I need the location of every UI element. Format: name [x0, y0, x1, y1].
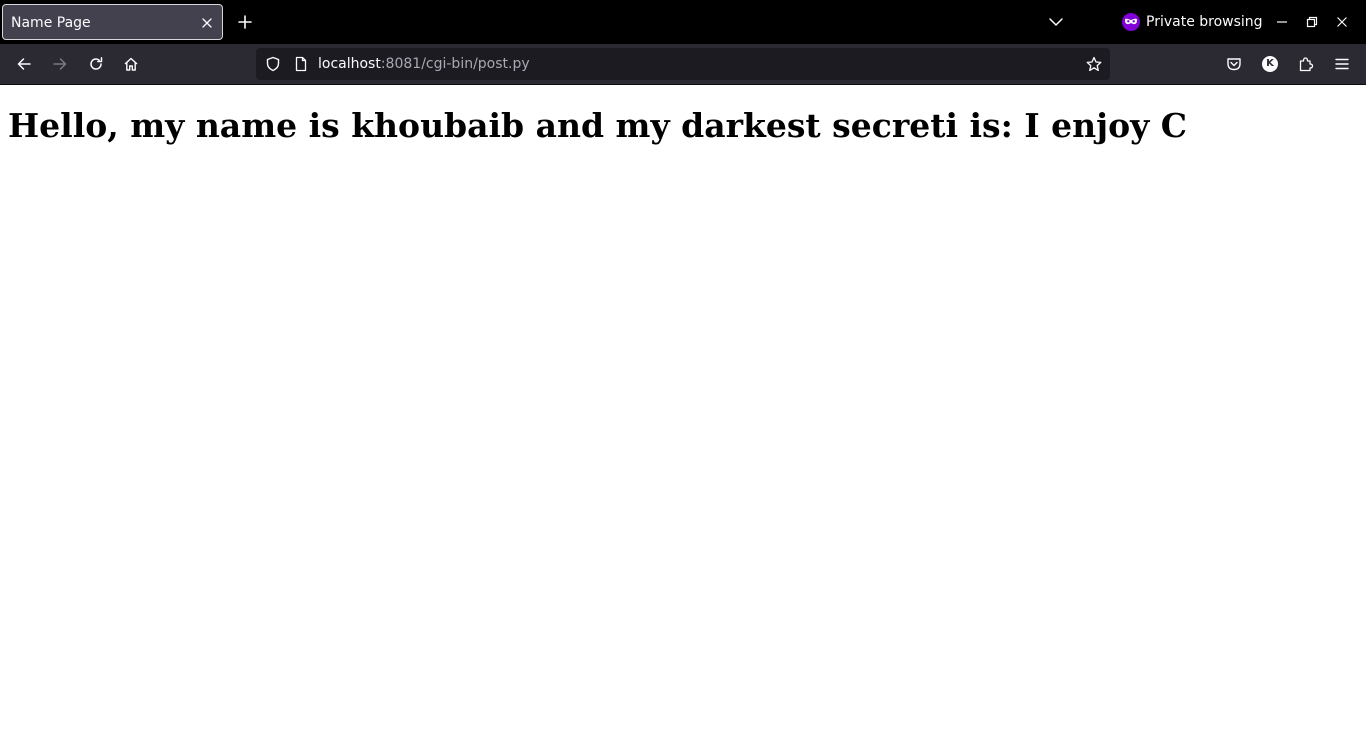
- bookmark-button[interactable]: [1084, 54, 1104, 74]
- tab-strip: Name Page Private browsing: [0, 0, 1366, 44]
- minimize-button[interactable]: [1272, 12, 1292, 32]
- url-bar[interactable]: localhost:8081/cgi-bin/post.py: [256, 48, 1110, 80]
- url-text[interactable]: localhost:8081/cgi-bin/post.py: [318, 55, 530, 73]
- star-icon: [1086, 56, 1102, 72]
- reload-icon: [90, 57, 103, 70]
- hamburger-icon: [1335, 58, 1349, 70]
- pocket-button[interactable]: [1222, 52, 1246, 76]
- close-icon: [202, 18, 212, 28]
- new-tab-button[interactable]: [233, 10, 257, 34]
- extensions-button[interactable]: [1294, 52, 1318, 76]
- minimize-icon: [1277, 21, 1287, 23]
- puzzle-icon: [1299, 57, 1314, 72]
- page-icon: [295, 56, 307, 72]
- restore-button[interactable]: [1302, 12, 1322, 32]
- url-host: localhost: [318, 56, 381, 72]
- tab-name-page[interactable]: Name Page: [2, 4, 223, 40]
- site-info-button[interactable]: [292, 55, 310, 73]
- arrow-right-icon: [53, 58, 67, 70]
- private-browsing-indicator: Private browsing: [1122, 12, 1263, 32]
- close-icon: [1337, 17, 1347, 27]
- page-content: Hello, my name is khoubaib and my darkes…: [0, 85, 1366, 739]
- pocket-icon: [1227, 58, 1241, 71]
- reload-button[interactable]: [84, 52, 108, 76]
- chevron-down-icon: [1049, 18, 1063, 26]
- close-window-button[interactable]: [1332, 12, 1352, 32]
- arrow-left-icon: [17, 58, 31, 70]
- account-button[interactable]: K: [1258, 52, 1282, 76]
- app-menu-button[interactable]: [1330, 52, 1354, 76]
- private-mask-icon: [1122, 13, 1140, 31]
- home-button[interactable]: [119, 52, 143, 76]
- tab-title: Name Page: [11, 15, 91, 31]
- url-path: :8081/cgi-bin/post.py: [380, 56, 530, 72]
- list-all-tabs-button[interactable]: [1046, 12, 1066, 32]
- avatar: K: [1262, 56, 1278, 72]
- forward-button[interactable]: [48, 52, 72, 76]
- plus-icon: [238, 15, 252, 29]
- navigation-toolbar: localhost:8081/cgi-bin/post.py K: [0, 44, 1366, 85]
- shield-icon: [266, 56, 280, 72]
- back-button[interactable]: [12, 52, 36, 76]
- tracking-protection-button[interactable]: [264, 55, 282, 73]
- private-browsing-label: Private browsing: [1146, 14, 1263, 30]
- home-icon: [124, 57, 138, 71]
- page-heading: Hello, my name is khoubaib and my darkes…: [8, 106, 1188, 145]
- tab-close-button[interactable]: [198, 14, 216, 32]
- restore-icon: [1306, 16, 1318, 28]
